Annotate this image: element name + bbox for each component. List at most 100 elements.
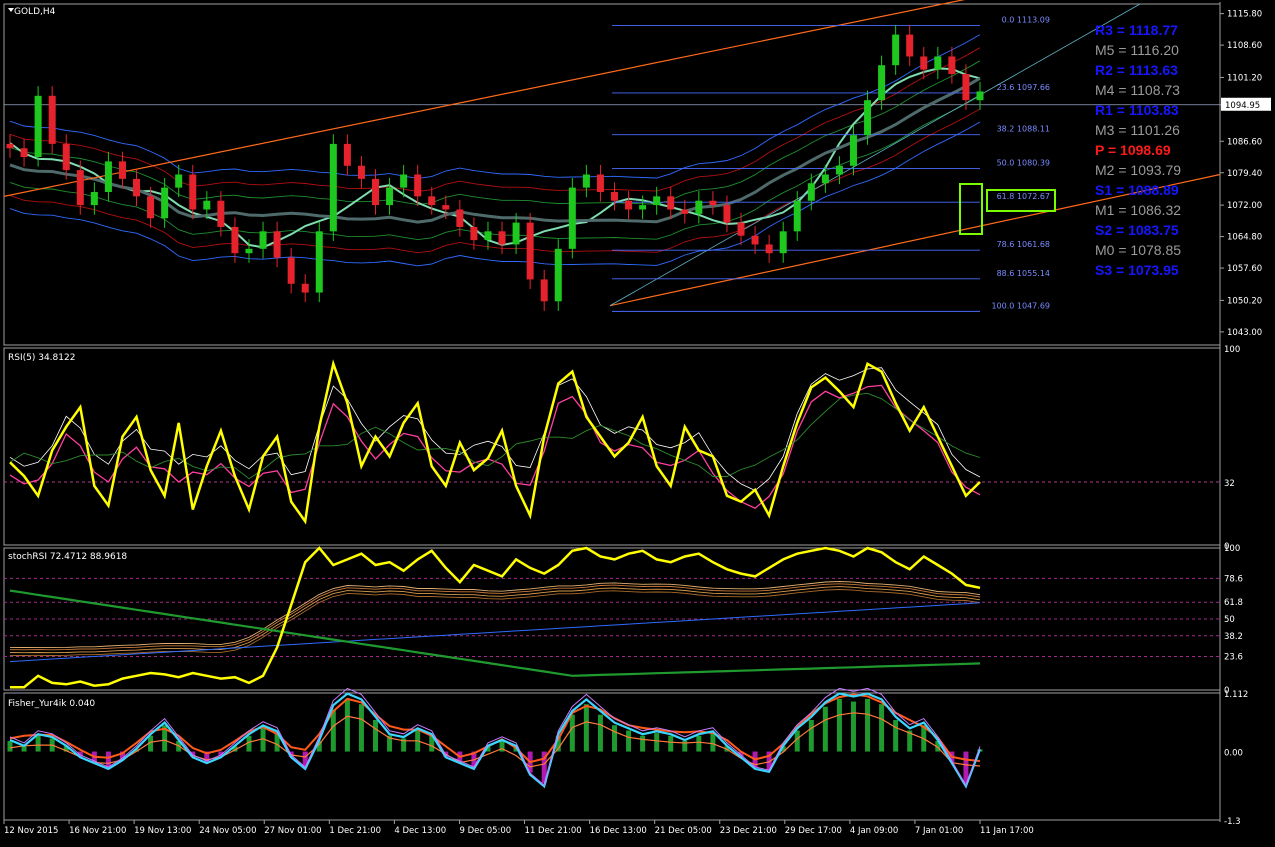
time-axis-label: 4 Dec 13:00 xyxy=(394,826,446,836)
chart-canvas[interactable]: 1115.80 1108.60 1101.20 1086.60 1079.40 1072.… xyxy=(0,0,1275,843)
candle-body xyxy=(807,183,815,201)
pivot-level-label: M2 = 1093.79 xyxy=(1095,162,1181,178)
stoch-green-line xyxy=(9,589,981,677)
candle-body xyxy=(34,95,42,158)
pivot-level-label: R1 = 1103.83 xyxy=(1095,102,1179,118)
fib-level-label: 78.6 1061.68 xyxy=(997,240,1050,249)
price-tick-label: 1086.60 xyxy=(1227,137,1262,147)
pivot-level-label: S3 = 1073.95 xyxy=(1095,262,1179,278)
slow-ma-line xyxy=(9,76,981,224)
candle-body xyxy=(470,226,478,241)
envelope-line xyxy=(9,121,981,267)
candle-body xyxy=(878,65,886,101)
envelope-line xyxy=(9,47,981,192)
fib-level-label: 100.0 1047.69 xyxy=(991,301,1050,310)
candle-body xyxy=(835,165,843,175)
stoch-tick-label: 50 xyxy=(1224,615,1235,625)
rsi-tick-label: 100 xyxy=(1224,345,1240,355)
candle-body xyxy=(484,231,492,241)
candle-body xyxy=(962,73,970,101)
envelope-line xyxy=(9,60,981,206)
candle-body xyxy=(512,222,520,245)
candle-body xyxy=(329,143,337,232)
candle-body xyxy=(456,209,464,227)
candle-body xyxy=(892,34,900,66)
pivot-level-label: R3 = 1118.77 xyxy=(1095,22,1178,38)
time-axis-label: 4 Jan 09:00 xyxy=(850,826,898,836)
fisher-bar xyxy=(696,735,702,752)
stoch-band-line xyxy=(9,583,981,651)
price-tick-label: 1050.20 xyxy=(1227,296,1262,306)
fisher-tick-label: 0.00 xyxy=(1224,749,1243,759)
time-axis-label: 11 Jan 17:00 xyxy=(980,826,1034,836)
candle-body xyxy=(414,174,422,197)
fisher-bar xyxy=(865,698,871,752)
fisher-bar xyxy=(7,741,13,752)
candle-body xyxy=(695,200,703,214)
fisher-tick-label: -1.3 xyxy=(1224,817,1241,827)
candle-body xyxy=(737,222,745,236)
pivot-level-label: M1 = 1086.32 xyxy=(1095,202,1181,218)
candle-body xyxy=(498,231,506,245)
candle-body xyxy=(133,178,141,197)
candle-body xyxy=(976,91,984,101)
fisher-violet-line xyxy=(9,687,981,787)
candle-body xyxy=(189,174,197,210)
stoch-tick-label: 38.2 xyxy=(1224,632,1243,642)
rsi-pane-title: RSI(5) 34.8122 xyxy=(8,353,75,363)
fisher-bar xyxy=(611,725,617,752)
fisher-bar xyxy=(822,706,828,752)
candle-body xyxy=(582,174,590,188)
candle-body xyxy=(428,196,436,206)
candle-body xyxy=(625,200,633,210)
fisher-bar xyxy=(597,714,603,752)
fisher-bar xyxy=(836,698,842,752)
fisher-tick-label: 1.112 xyxy=(1224,690,1248,700)
candle-body xyxy=(667,196,675,210)
candle-body xyxy=(793,200,801,232)
pane-frame-rsi xyxy=(3,347,1221,546)
candle-body xyxy=(596,174,604,192)
time-axis-label: 16 Nov 21:00 xyxy=(69,826,126,836)
time-axis-label: 29 Dec 17:00 xyxy=(785,826,842,836)
candle-body xyxy=(372,178,380,206)
time-axis-label: 27 Nov 01:00 xyxy=(264,826,321,836)
candle-body xyxy=(568,187,576,249)
candle-body xyxy=(90,191,98,206)
fisher-bar xyxy=(850,701,856,752)
candle-body xyxy=(400,174,408,188)
candle-body xyxy=(357,165,365,179)
fib-level-label: 50.0 1080.39 xyxy=(997,158,1050,167)
channel-line xyxy=(609,3,1141,307)
candle-body xyxy=(864,100,872,136)
candle-body xyxy=(540,279,548,302)
candle-body xyxy=(934,56,942,70)
time-axis-label: 24 Nov 05:00 xyxy=(199,826,256,836)
fisher-bar xyxy=(710,733,716,752)
pane-frame-price xyxy=(3,3,1221,346)
price-tick-label: 1108.60 xyxy=(1227,41,1262,51)
time-axis-label: 7 Jan 01:00 xyxy=(915,826,963,836)
fib-level-label: 38.2 1088.11 xyxy=(997,125,1050,134)
candle-body xyxy=(62,143,70,171)
candle-body xyxy=(76,170,84,206)
candle-body xyxy=(217,200,225,227)
candle-body xyxy=(20,148,28,158)
fib-level-label: 0.0 1113.09 xyxy=(1002,15,1050,24)
candle-body xyxy=(245,248,253,254)
candle-body xyxy=(203,200,211,210)
fisher-bar xyxy=(344,698,350,752)
pivot-level-label: S2 = 1083.75 xyxy=(1095,222,1179,238)
stoch-tick-label: 78.6 xyxy=(1224,574,1243,584)
rsi-tick-label: 32 xyxy=(1224,479,1235,489)
candle-body xyxy=(315,231,323,293)
price-tick-label: 1057.60 xyxy=(1227,264,1262,274)
time-axis-label: 21 Dec 05:00 xyxy=(655,826,712,836)
candle-body xyxy=(723,205,731,223)
fisher-bar xyxy=(373,719,379,752)
fib-level-label: 61.8 1072.67 xyxy=(997,192,1050,201)
candle-body xyxy=(779,231,787,254)
rsi-main-line xyxy=(9,359,981,525)
candle-body xyxy=(301,283,309,293)
price-tick-label: 1079.40 xyxy=(1227,169,1262,179)
